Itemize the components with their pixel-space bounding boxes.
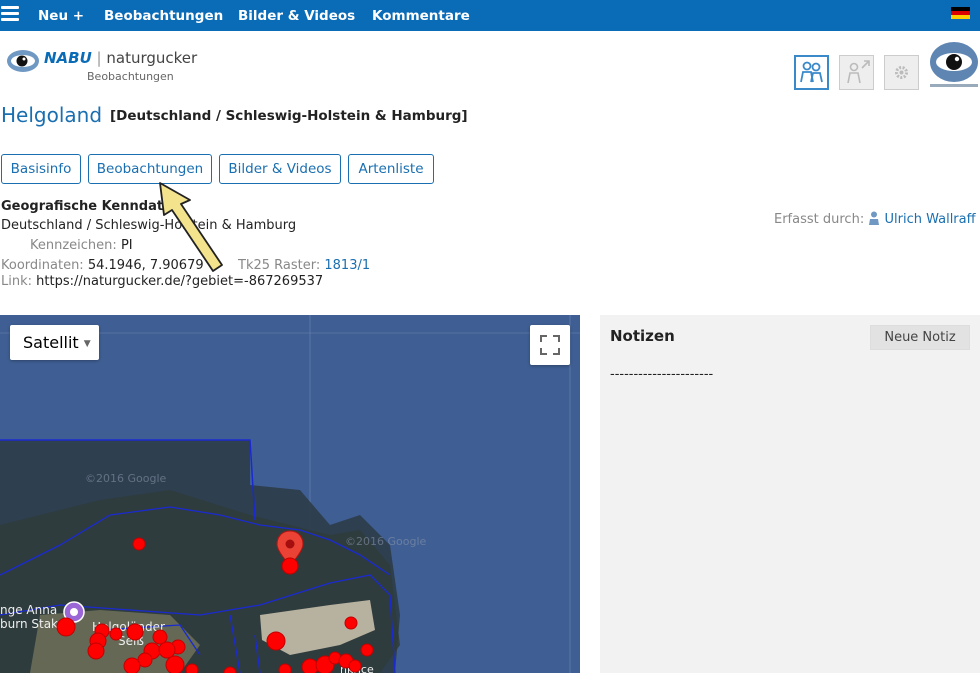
map-type-dropdown[interactable]: Satellit ▼ (10, 325, 99, 360)
notes-title: Notizen (610, 327, 675, 345)
tab-basisinfo[interactable]: Basisinfo (1, 154, 81, 184)
map-type-label: Satellit (23, 333, 79, 352)
captured-by: Erfasst durch: Ulrich Wallraff (774, 211, 976, 227)
map-label-stak: burn Stak (0, 617, 58, 631)
logo-name: naturgucker (106, 49, 198, 67)
german-flag-icon[interactable] (951, 7, 970, 19)
nav-media[interactable]: Bilder & Videos (238, 8, 355, 24)
people-icon (800, 61, 823, 83)
notes-placeholder: ---------------------- (610, 367, 714, 382)
user-icon (869, 211, 880, 225)
geo-region-line: Deutschland / Schleswig-Holstein & Hambu… (1, 218, 297, 233)
link-value[interactable]: https://naturgucker.de/?gebiet=-86726953… (36, 274, 323, 289)
person-share-icon (847, 60, 870, 84)
region-breadcrumb: [Deutschland / Schleswig-Holstein & Hamb… (110, 108, 468, 124)
link-row: Link: https://naturgucker.de/?gebiet=-86… (1, 274, 323, 289)
captured-user-link[interactable]: Ulrich Wallraff (884, 212, 975, 227)
group-view-button[interactable] (794, 55, 829, 90)
gear-icon (895, 66, 908, 79)
fullscreen-button[interactable] (530, 325, 570, 365)
naturgucker-eye-icon[interactable] (928, 40, 980, 90)
tk25-row: Tk25 Raster: 1813/1 (238, 258, 370, 273)
tab-artenliste[interactable]: Artenliste (348, 154, 434, 184)
page-title: Helgoland (1, 103, 103, 127)
kennzeichen-row: Kennzeichen: PI (30, 238, 133, 253)
nav-comments[interactable]: Kommentare (372, 8, 470, 24)
menu-icon[interactable] (1, 6, 19, 22)
annotation-arrow-icon (159, 182, 223, 272)
logo-brand: NABU (44, 49, 92, 67)
nav-new[interactable]: Neu + (38, 8, 84, 24)
chevron-down-icon: ▼ (83, 339, 91, 349)
nabu-naturgucker-logo[interactable]: NABU | naturgucker Beobachtungen (6, 44, 197, 86)
map-watermark-1: ©2016 Google (85, 472, 167, 485)
map-label-anna: nge Anna (0, 603, 57, 617)
tk25-link[interactable]: 1813/1 (324, 258, 370, 273)
captured-label: Erfasst durch: (774, 212, 865, 227)
share-person-button[interactable] (839, 55, 874, 90)
notes-panel: Notizen Neue Notiz ---------------------… (600, 315, 980, 673)
map-canvas[interactable]: nge Anna burn Stak Helgoländer Seiß ©201… (0, 315, 580, 673)
tk25-label: Tk25 Raster: (238, 258, 321, 273)
settings-button[interactable] (884, 55, 919, 90)
top-navigation: Neu + Beobachtungen Bilder & Videos Komm… (0, 0, 980, 31)
link-label: Link: (1, 274, 33, 289)
satellite-map[interactable]: nge Anna burn Stak Helgoländer Seiß ©201… (0, 315, 580, 673)
kennzeichen-label: Kennzeichen: (30, 238, 117, 253)
tab-bilder-videos[interactable]: Bilder & Videos (219, 154, 341, 184)
map-watermark-2: ©2016 Google (345, 535, 427, 548)
fullscreen-icon (540, 335, 560, 355)
eye-logo-icon (7, 50, 39, 72)
coordinates-label: Koordinaten: (1, 258, 84, 273)
logo-subtitle: Beobachtungen (87, 70, 174, 83)
new-note-button[interactable]: Neue Notiz (870, 325, 970, 350)
nav-observations[interactable]: Beobachtungen (104, 8, 223, 24)
kennzeichen-value: PI (120, 238, 133, 253)
